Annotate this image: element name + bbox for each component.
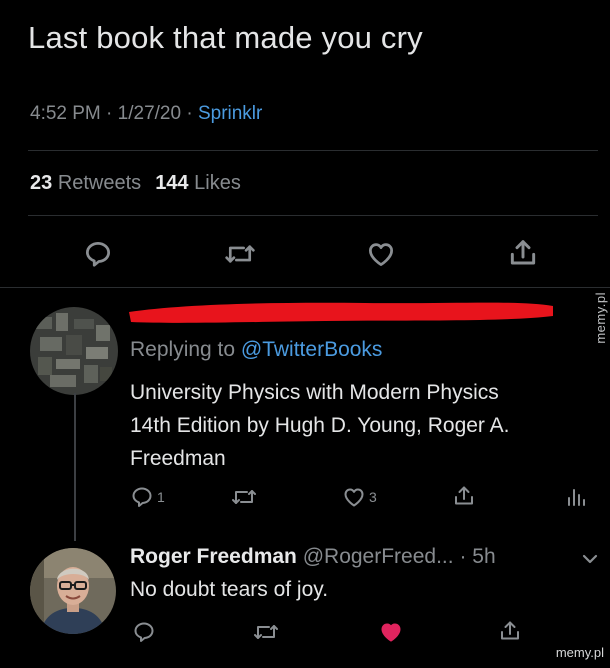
likes-count[interactable]: 144 — [155, 172, 188, 194]
reply-text: No doubt tears of joy. — [130, 578, 329, 601]
share-button[interactable] — [498, 618, 522, 644]
like-button-active[interactable] — [378, 620, 404, 644]
reply-button[interactable]: 1 — [130, 485, 165, 509]
divider — [0, 287, 610, 288]
divider — [28, 150, 598, 151]
heart-icon — [344, 488, 364, 507]
share-button[interactable] — [504, 234, 542, 272]
avatar[interactable] — [30, 548, 116, 634]
tweet-stats: 23 Retweets 144 Likes — [30, 172, 241, 195]
author-handle[interactable]: @RogerFreed... — [303, 545, 454, 568]
avatar[interactable] — [30, 307, 118, 395]
thread-line — [74, 393, 76, 541]
reply-button[interactable] — [132, 620, 156, 644]
meta-separator: · — [106, 103, 113, 124]
share-button[interactable] — [452, 483, 476, 509]
reply-count: 1 — [157, 489, 165, 505]
share-icon — [455, 486, 473, 505]
reply-text-line: Freedman — [130, 447, 226, 470]
divider — [28, 215, 598, 216]
analytics-icon — [568, 489, 585, 506]
reply-icon — [86, 242, 110, 267]
tweet-meta: 4:52 PM · 1/27/20 · Sprinklr — [30, 103, 262, 125]
reply-time: · 5h — [459, 545, 496, 568]
retweet-icon — [232, 490, 256, 504]
reply-text-line: 14th Edition by Hugh D. Young, Roger A. — [130, 414, 510, 437]
tweet-time: 4:52 PM — [30, 103, 101, 124]
reply-text: University Physics with Modern Physics 1… — [130, 376, 600, 475]
meta-separator: · — [186, 103, 193, 124]
likes-label[interactable]: Likes — [194, 172, 241, 194]
reply-icon — [132, 487, 152, 507]
share-icon — [510, 240, 536, 265]
like-button[interactable] — [362, 236, 400, 272]
tweet-source-link[interactable]: Sprinklr — [198, 103, 262, 124]
heart-icon — [381, 623, 401, 642]
analytics-button[interactable] — [565, 485, 587, 509]
heart-icon — [369, 243, 393, 266]
tweet-date: 1/27/20 — [117, 103, 182, 124]
retweet-button[interactable] — [252, 620, 280, 644]
retweet-button[interactable] — [220, 236, 260, 272]
reply-icon — [134, 622, 154, 642]
retweets-count[interactable]: 23 — [30, 172, 52, 194]
retweet-icon — [254, 625, 278, 639]
retweet-icon — [225, 245, 255, 263]
retweets-label[interactable]: Retweets — [58, 172, 141, 194]
reply-header: Roger Freedman @RogerFreed... · 5h — [130, 545, 496, 569]
more-options-button[interactable] — [578, 548, 602, 570]
share-icon — [501, 621, 519, 640]
reply-button[interactable] — [80, 236, 116, 272]
like-button[interactable]: 3 — [342, 485, 377, 509]
watermark: memy.pl — [555, 645, 604, 660]
mention-link[interactable]: @TwitterBooks — [241, 338, 383, 361]
chevron-down-icon — [582, 554, 598, 564]
replying-to: Replying to @TwitterBooks — [130, 338, 382, 362]
author-name[interactable]: Roger Freedman — [130, 545, 297, 568]
like-count: 3 — [369, 489, 377, 505]
retweet-button[interactable] — [230, 485, 258, 509]
reply-text-line: University Physics with Modern Physics — [130, 381, 499, 404]
tweet-text: Last book that made you cry — [28, 20, 423, 55]
avatar-image — [30, 307, 118, 395]
replying-to-label: Replying to — [130, 338, 236, 361]
watermark: memy.pl — [593, 292, 608, 344]
avatar-image — [30, 548, 116, 634]
redaction-scribble — [129, 302, 553, 323]
